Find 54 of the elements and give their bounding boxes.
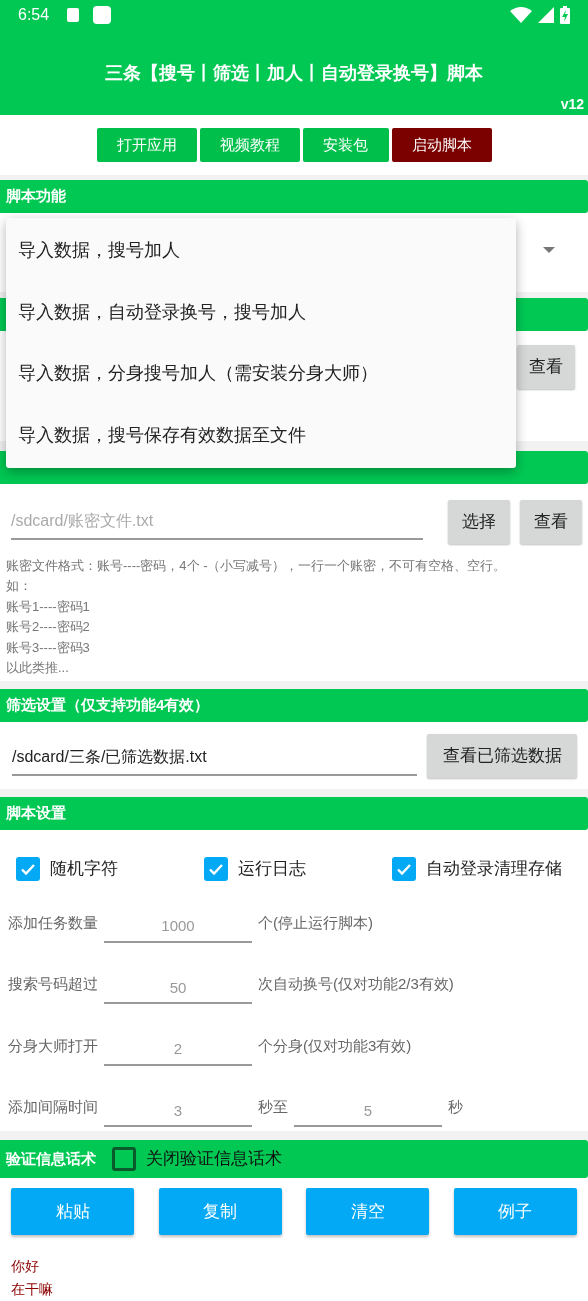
form-label: 个(停止运行脚本) (258, 912, 373, 933)
number-field[interactable]: 2 (104, 1033, 252, 1066)
action-button[interactable]: 启动脚本 (391, 128, 492, 162)
form-label: 搜索号码超过 (8, 974, 98, 994)
app-title: 三条【搜号丨筛选丨加人丨自动登录换号】脚本 (104, 62, 484, 85)
number-field[interactable]: 5 (294, 1095, 442, 1128)
dropdown-option[interactable]: 导入数据，自动登录换号，搜号加人 (6, 281, 516, 343)
help-text: 账号1----密码1 (6, 597, 91, 616)
help-text: 如： (6, 577, 33, 596)
wifi-icon (510, 7, 532, 23)
help-text: 账密文件格式：账号----密码，4个 -（小写减号），一行一个账密，不可有空格、空行。 (6, 557, 508, 575)
action-button[interactable]: 查看 (517, 345, 575, 389)
section-header: 筛选设置（仅支持功能4有效） (0, 689, 588, 722)
form-label: 秒 (448, 1097, 463, 1117)
action-button[interactable]: 查看已筛选数据 (427, 733, 577, 778)
dropdown-arrow-icon[interactable] (543, 247, 555, 253)
signal-icon (538, 7, 554, 23)
help-text: 账号3----密码3 (6, 638, 91, 657)
form-label: 分身大师打开 (8, 1035, 98, 1056)
checkbox[interactable] (392, 856, 416, 881)
checkbox-label: 运行日志 (238, 857, 306, 880)
form-label: 次自动换号(仅对功能2/3有效) (258, 974, 454, 994)
checkbox[interactable] (16, 856, 40, 881)
dropdown-option[interactable]: 导入数据，搜号保存有效数据至文件 (6, 404, 516, 466)
form-label: 添加任务数量 (8, 912, 98, 933)
help-text: 以此类推... (6, 659, 70, 678)
checkbox-label: 关闭验证信息话术 (146, 1148, 282, 1171)
action-button[interactable]: 查看 (520, 500, 582, 544)
number-field[interactable]: 1000 (104, 910, 252, 943)
action-button[interactable]: 选择 (448, 500, 510, 544)
section-header: 验证信息话术 (6, 1148, 96, 1169)
status-time: 6:54 (18, 5, 50, 25)
checkbox-label: 自动登录清理存储 (426, 857, 562, 880)
path-input-field[interactable]: /sdcard/三条/已筛选数据.txt (12, 741, 417, 776)
help-text: 账号2----密码2 (6, 618, 91, 637)
checkbox[interactable] (204, 856, 228, 881)
version-label: v12 (560, 95, 584, 114)
section-header: 脚本功能 (0, 180, 588, 213)
battery-icon (560, 6, 570, 24)
checkbox-label: 随机字符 (50, 857, 118, 880)
dropdown-option[interactable]: 导入数据，分身搜号加人（需安装分身大师） (6, 343, 516, 405)
message-text: 在干嘛 (11, 1280, 54, 1299)
path-input-field[interactable]: /sdcard/账密文件.txt (11, 504, 423, 540)
form-label: 添加间隔时间 (8, 1097, 98, 1117)
section-header: 脚本设置 (0, 797, 588, 830)
number-field[interactable]: 50 (104, 972, 252, 1005)
dropdown-option[interactable]: 导入数据，搜号加人 (6, 220, 516, 282)
number-field[interactable]: 3 (104, 1095, 252, 1128)
app-notification-icon (93, 6, 112, 24)
form-label: 个分身(仅对功能3有效) (258, 1035, 412, 1056)
app-notification-icon (67, 8, 80, 22)
checkbox[interactable] (112, 1147, 136, 1171)
form-label: 秒至 (258, 1097, 288, 1117)
message-text: 你好 (11, 1257, 40, 1276)
